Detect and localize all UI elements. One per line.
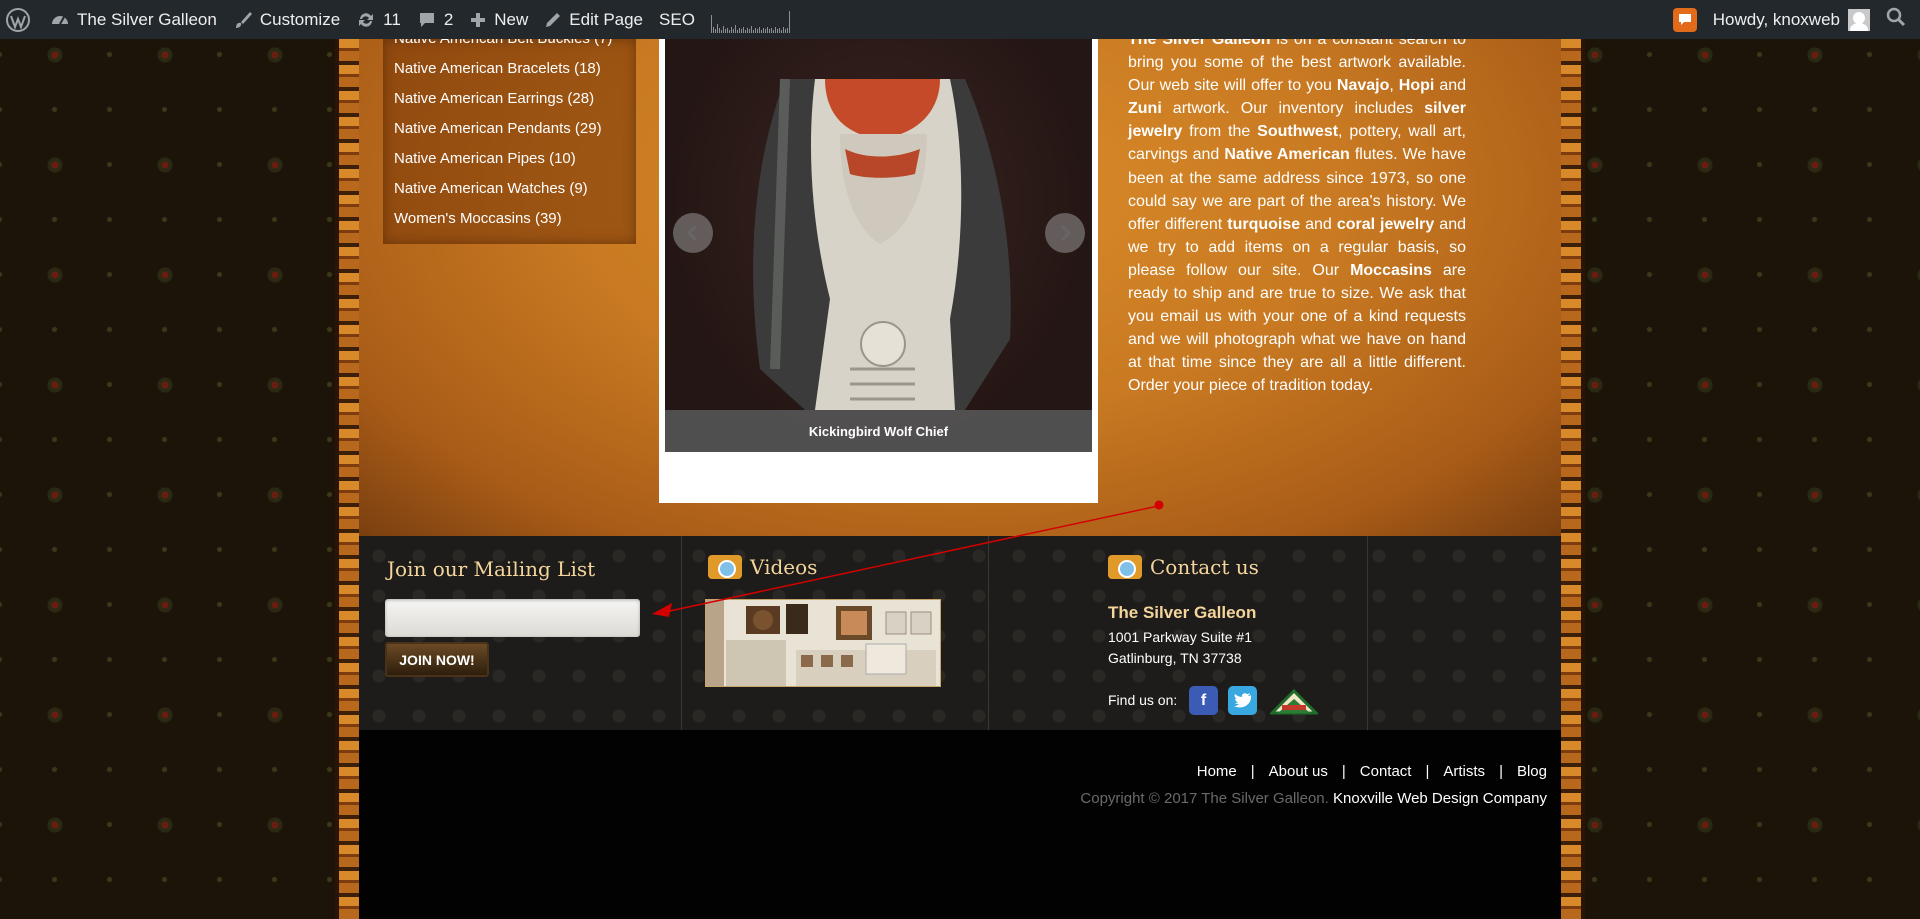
howdy-label: Howdy, knoxweb [1712, 9, 1840, 29]
notification-bubble-icon [1672, 7, 1697, 32]
updates-link[interactable]: 11 [348, 0, 409, 39]
comment-bubble-icon [417, 10, 437, 30]
annotation-arrow [652, 500, 1164, 617]
admin-search-button[interactable] [1878, 0, 1920, 39]
customize-label: Customize [259, 9, 341, 29]
customize-link[interactable]: Customize [225, 0, 348, 39]
site-name-menu[interactable]: The Silver Galleon [42, 0, 225, 39]
admin-bar: The Silver Galleon Customize 11 2 New Ed… [0, 0, 1920, 39]
search-icon [1886, 7, 1906, 32]
updates-count: 11 [383, 9, 401, 29]
my-account-menu[interactable]: Howdy, knoxweb [1705, 0, 1878, 39]
avatar [1848, 8, 1870, 31]
new-label: New [494, 9, 529, 29]
site-name-label: The Silver Galleon [77, 9, 217, 29]
new-content-link[interactable]: New [461, 0, 536, 39]
seo-menu[interactable]: SEO [651, 0, 703, 39]
edit-page-label: Edit Page [569, 9, 644, 29]
dashboard-icon [50, 10, 70, 30]
refresh-icon [356, 10, 376, 30]
comments-link[interactable]: 2 [409, 0, 461, 39]
comments-count: 2 [443, 9, 454, 29]
plus-icon [469, 11, 487, 29]
notification-button[interactable] [1665, 0, 1705, 39]
admin-bar-right: Howdy, knoxweb [1665, 0, 1920, 39]
brush-icon [233, 10, 253, 30]
pencil-icon [544, 11, 562, 29]
stats-sparkline[interactable] [703, 7, 798, 33]
edit-page-link[interactable]: Edit Page [536, 0, 651, 39]
seo-label: SEO [659, 9, 695, 29]
wordpress-logo-icon[interactable] [0, 0, 42, 39]
